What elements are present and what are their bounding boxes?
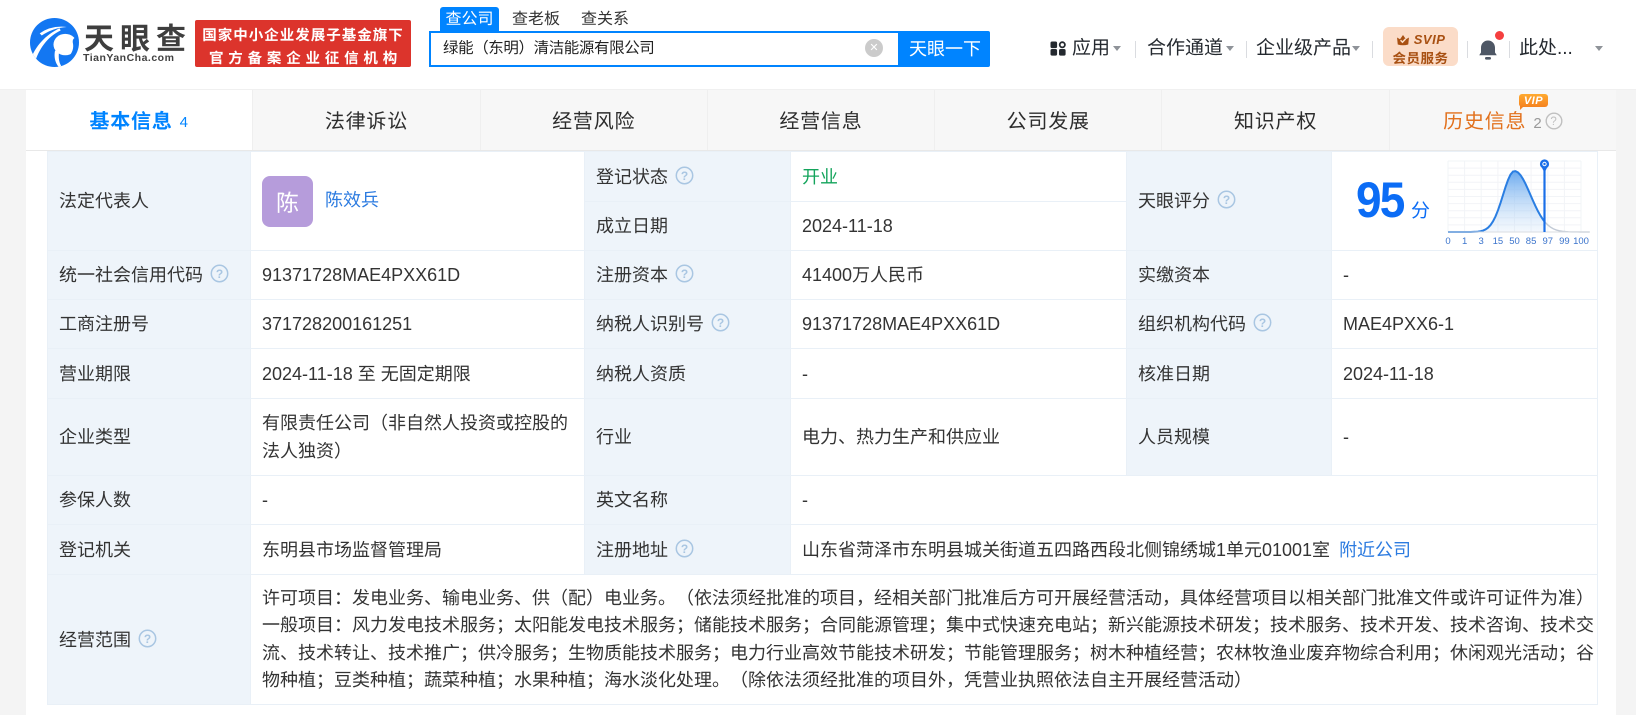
svg-text:?: ? bbox=[681, 168, 688, 182]
svg-text:0: 0 bbox=[1445, 236, 1450, 247]
svg-text:?: ? bbox=[681, 541, 688, 555]
svg-text:85: 85 bbox=[1526, 236, 1537, 247]
svg-text:?: ? bbox=[681, 267, 688, 281]
svg-text:50: 50 bbox=[1509, 236, 1520, 247]
svg-text:100: 100 bbox=[1573, 236, 1589, 247]
svg-text:97: 97 bbox=[1543, 236, 1554, 247]
svg-text:?: ? bbox=[717, 316, 724, 330]
svg-text:?: ? bbox=[1223, 193, 1230, 207]
svg-text:?: ? bbox=[1550, 116, 1557, 128]
svg-text:1: 1 bbox=[1462, 236, 1467, 247]
svg-text:99: 99 bbox=[1559, 236, 1570, 247]
svg-text:3: 3 bbox=[1479, 236, 1484, 247]
svg-text:?: ? bbox=[144, 631, 151, 645]
svg-text:?: ? bbox=[1259, 316, 1266, 330]
svg-text:?: ? bbox=[216, 267, 223, 281]
svg-text:15: 15 bbox=[1493, 236, 1504, 247]
